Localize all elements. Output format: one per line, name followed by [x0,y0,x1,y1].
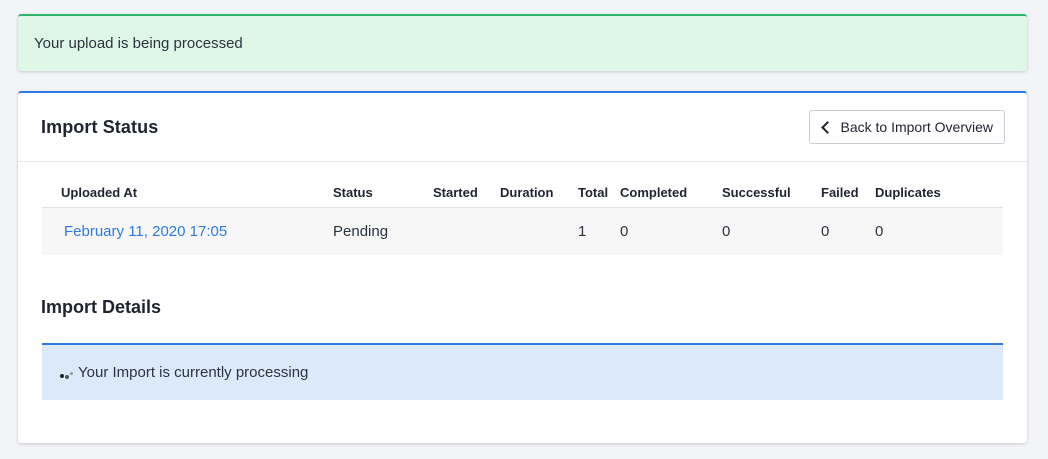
import-status-table: Uploaded At Status Started Duration Tota… [42,185,1003,255]
cell-duration [500,207,578,255]
column-header-total: Total [578,185,620,208]
import-processing-text: Your Import is currently processing [78,364,309,381]
upload-processing-alert: Your upload is being processed [18,14,1027,71]
card-header: Import Status Back to Import Overview [18,93,1027,162]
column-header-started: Started [433,185,500,208]
column-header-status: Status [333,185,433,208]
cell-started [433,207,500,255]
cell-failed: 0 [821,207,875,255]
back-to-import-overview-button[interactable]: Back to Import Overview [808,110,1005,144]
spinner-icon [60,371,74,381]
column-header-completed: Completed [620,185,722,208]
page-title: Import Status [41,117,159,137]
column-header-duration: Duration [500,185,578,208]
table-row: February 11, 2020 17:05 Pending 1 0 0 0 … [42,207,1003,255]
uploaded-at-link[interactable]: February 11, 2020 17:05 [64,223,227,240]
chevron-left-icon [820,120,834,134]
column-header-duplicates: Duplicates [875,185,1003,208]
cell-successful: 0 [722,207,821,255]
table-header-row: Uploaded At Status Started Duration Tota… [42,185,1003,208]
upload-processing-text: Your upload is being processed [34,35,243,52]
cell-status: Pending [333,207,433,255]
column-header-failed: Failed [821,185,875,208]
column-header-uploaded-at: Uploaded At [42,185,333,208]
cell-total: 1 [578,207,620,255]
back-button-label: Back to Import Overview [840,119,994,135]
column-header-successful: Successful [722,185,821,208]
cell-uploaded-at: February 11, 2020 17:05 [42,207,333,255]
import-status-card: Import Status Back to Import Overview Up… [18,91,1027,443]
cell-completed: 0 [620,207,722,255]
cell-duplicates: 0 [875,207,1003,255]
import-processing-alert: Your Import is currently processing [42,343,1003,400]
import-details-title: Import Details [41,297,162,317]
